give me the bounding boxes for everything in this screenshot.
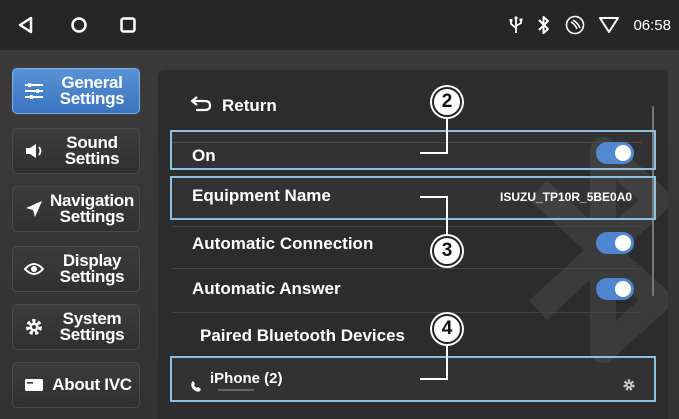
callout-3: 3 bbox=[432, 236, 462, 266]
sidebar-item-label: Navigation Settings bbox=[50, 191, 134, 226]
callout-connector bbox=[446, 116, 448, 154]
auto-answer-label: Automatic Answer bbox=[192, 279, 341, 298]
return-icon bbox=[190, 94, 212, 117]
callout-2: 2 bbox=[432, 87, 462, 117]
sidebar-item-navigation-settings[interactable]: Navigation Settings bbox=[12, 186, 140, 232]
callout-connector bbox=[420, 378, 448, 380]
callout-connector bbox=[420, 196, 448, 198]
sliders-icon bbox=[23, 80, 45, 102]
sidebar-item-label: Sound Settins bbox=[64, 133, 120, 168]
return-button[interactable]: Return bbox=[190, 94, 277, 117]
sidebar-item-label: General Settings bbox=[59, 73, 125, 108]
sidebar-item-sound-settings[interactable]: Sound Settins bbox=[12, 128, 140, 174]
phone-link-icon bbox=[565, 15, 585, 35]
paired-device-highlight bbox=[170, 356, 656, 402]
main-area: General Settings Sound Settins Navigation S… bbox=[0, 50, 679, 419]
speaker-icon bbox=[23, 140, 45, 162]
status-time: 06:58 bbox=[633, 16, 671, 34]
paired-devices-heading: Paired Bluetooth Devices bbox=[200, 326, 406, 345]
equipment-name-highlight bbox=[170, 176, 656, 220]
callout-connector bbox=[446, 196, 448, 236]
home-icon[interactable] bbox=[67, 13, 91, 37]
recents-icon[interactable] bbox=[116, 13, 140, 37]
sidebar-item-label: About IVC bbox=[52, 375, 132, 394]
auto-connection-toggle[interactable] bbox=[596, 232, 634, 254]
callout-connector bbox=[446, 342, 448, 380]
callout-4: 4 bbox=[432, 314, 462, 344]
card-icon bbox=[23, 374, 45, 396]
eye-icon bbox=[23, 258, 45, 280]
divider bbox=[172, 226, 642, 227]
divider bbox=[172, 312, 642, 313]
auto-connection-label: Automatic Connection bbox=[192, 234, 374, 253]
sidebar-item-label: System Settings bbox=[59, 309, 125, 344]
sidebar-item-general-settings[interactable]: General Settings bbox=[12, 68, 140, 114]
sidebar-item-label: Display Settings bbox=[59, 251, 125, 286]
gear-icon bbox=[23, 316, 45, 338]
auto-answer-toggle[interactable] bbox=[596, 278, 634, 300]
sidebar-item-about-ivc[interactable]: About IVC bbox=[12, 362, 140, 408]
bluetooth-on-highlight bbox=[170, 130, 656, 170]
wifi-icon bbox=[599, 16, 620, 34]
callout-connector bbox=[420, 152, 448, 154]
back-icon[interactable] bbox=[14, 13, 38, 37]
usb-icon bbox=[509, 16, 523, 34]
bluetooth-icon bbox=[537, 15, 551, 35]
sidebar-item-display-settings[interactable]: Display Settings bbox=[12, 246, 140, 292]
status-bar: 06:58 bbox=[0, 0, 679, 50]
return-label: Return bbox=[222, 95, 277, 115]
sidebar-item-system-settings[interactable]: System Settings bbox=[12, 304, 140, 350]
navigation-arrow-icon bbox=[23, 198, 45, 220]
divider bbox=[172, 268, 642, 269]
